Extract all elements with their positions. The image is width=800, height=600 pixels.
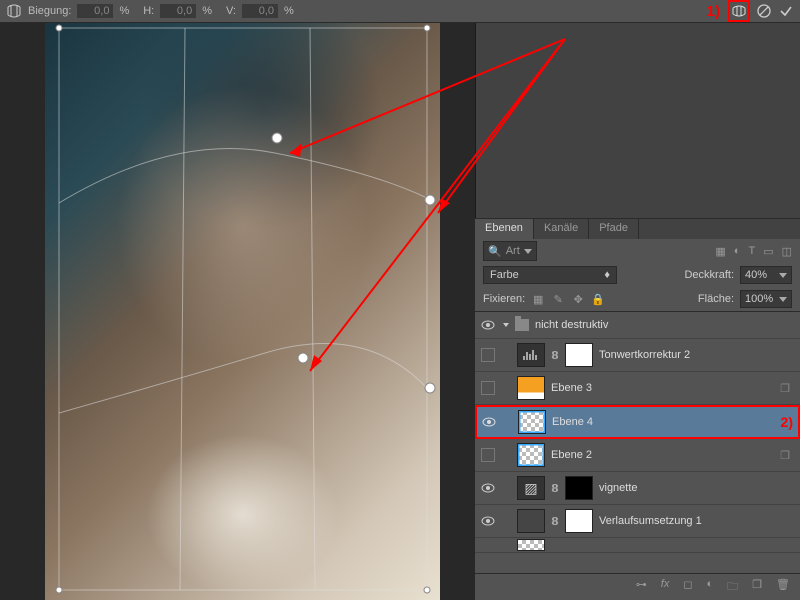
bend-label: Biegung: bbox=[28, 5, 71, 17]
mask-icon[interactable]: ◻ bbox=[683, 578, 692, 597]
layers-toolbar: ⊶ fx ◻ ◐ 🗀 ❐ 🗑 bbox=[475, 573, 800, 600]
mask-thumb bbox=[565, 509, 593, 533]
opacity-label: Deckkraft: bbox=[684, 269, 734, 281]
layer-row[interactable]: 𝟴 Verlaufsumsetzung 1 bbox=[475, 505, 800, 538]
visibility-icon[interactable] bbox=[481, 318, 495, 332]
mask-thumb bbox=[565, 343, 593, 367]
visibility-icon[interactable] bbox=[482, 415, 496, 429]
adjustment-thumb bbox=[517, 509, 545, 533]
visibility-icon[interactable] bbox=[481, 348, 495, 362]
lock-pixels-icon[interactable]: ✎ bbox=[551, 293, 565, 306]
preview-panel bbox=[475, 23, 800, 218]
fill-value[interactable]: 100% bbox=[740, 290, 792, 308]
link-layers-icon[interactable]: ⊶ bbox=[636, 578, 647, 597]
layers-panel: Ebenen Kanäle Pfade 🔍 Art ▦ ◐ T ▭ ◫ bbox=[475, 218, 800, 600]
layer-filter[interactable]: 🔍 Art bbox=[483, 241, 537, 261]
visibility-icon[interactable] bbox=[481, 538, 495, 552]
filter-smart-icon[interactable]: ◫ bbox=[782, 245, 792, 258]
lock-all-icon[interactable]: 🔒 bbox=[591, 293, 605, 306]
layer-row[interactable]: Ebene 2 ❐ bbox=[475, 439, 800, 472]
lock-position-icon[interactable]: ✥ bbox=[571, 293, 585, 306]
adjustment-thumb bbox=[517, 343, 545, 367]
copy-icon: ❐ bbox=[780, 382, 790, 395]
adjustment-icon[interactable]: ◐ bbox=[707, 578, 714, 597]
tab-layers[interactable]: Ebenen bbox=[475, 219, 534, 239]
visibility-icon[interactable] bbox=[481, 481, 495, 495]
lock-transparency-icon[interactable]: ▦ bbox=[531, 293, 545, 306]
warp-mode-icon[interactable] bbox=[728, 0, 750, 22]
expand-icon[interactable] bbox=[503, 323, 509, 327]
chevron-down-icon bbox=[524, 249, 532, 254]
visibility-icon[interactable] bbox=[481, 514, 495, 528]
annotation-1: 1) bbox=[707, 3, 720, 20]
warp-icon[interactable] bbox=[6, 3, 22, 19]
panel-tabs: Ebenen Kanäle Pfade bbox=[475, 219, 800, 239]
v-value[interactable]: 0,0 bbox=[242, 4, 278, 18]
visibility-icon[interactable] bbox=[481, 381, 495, 395]
options-bar: Biegung: 0,0 % H: 0,0 % V: 0,0 % 1) bbox=[0, 0, 800, 23]
layers-list: nicht destruktiv 𝟴 Tonwertkorrektur 2 bbox=[475, 311, 800, 573]
mask-thumb bbox=[565, 476, 593, 500]
tab-channels[interactable]: Kanäle bbox=[534, 219, 589, 239]
link-icon: 𝟴 bbox=[551, 515, 559, 528]
canvas-image bbox=[45, 23, 440, 600]
link-icon: 𝟴 bbox=[551, 482, 559, 495]
h-value[interactable]: 0,0 bbox=[160, 4, 196, 18]
visibility-icon[interactable] bbox=[481, 448, 495, 462]
fx-icon[interactable]: fx bbox=[661, 578, 670, 597]
search-icon: 🔍 bbox=[488, 245, 502, 258]
commit-icon[interactable] bbox=[778, 3, 794, 19]
canvas-area[interactable] bbox=[0, 23, 475, 600]
fill-label: Fläche: bbox=[698, 293, 734, 305]
blend-mode-select[interactable]: Farbe ♦ bbox=[483, 266, 617, 284]
layer-group[interactable]: nicht destruktiv bbox=[475, 312, 800, 339]
annotation-2: 2) bbox=[781, 414, 793, 430]
copy-icon: ❐ bbox=[780, 449, 790, 462]
layer-row[interactable]: 𝟴 Tonwertkorrektur 2 bbox=[475, 339, 800, 372]
filter-pixel-icon[interactable]: ▦ bbox=[715, 245, 725, 258]
layer-thumb bbox=[517, 376, 545, 400]
bend-value[interactable]: 0,0 bbox=[77, 4, 113, 18]
tab-paths[interactable]: Pfade bbox=[589, 219, 639, 239]
filter-shape-icon[interactable]: ▭ bbox=[763, 245, 773, 258]
folder-icon bbox=[515, 319, 529, 331]
layer-thumb bbox=[517, 539, 545, 551]
new-layer-icon[interactable]: ❐ bbox=[752, 578, 762, 597]
right-panels: Ebenen Kanäle Pfade 🔍 Art ▦ ◐ T ▭ ◫ bbox=[475, 23, 800, 600]
delete-icon[interactable]: 🗑 bbox=[776, 578, 790, 597]
v-label: V: bbox=[226, 5, 236, 17]
lock-label: Fixieren: bbox=[483, 293, 525, 305]
filter-type-icon[interactable]: T bbox=[748, 245, 755, 258]
h-label: H: bbox=[143, 5, 154, 17]
cancel-icon[interactable] bbox=[756, 3, 772, 19]
filter-adjust-icon[interactable]: ◐ bbox=[734, 245, 741, 258]
layer-row[interactable] bbox=[475, 538, 800, 553]
layer-row[interactable]: ▨ 𝟴 vignette bbox=[475, 472, 800, 505]
layer-row-selected[interactable]: Ebene 4 2) bbox=[475, 405, 800, 439]
group-icon[interactable]: 🗀 bbox=[727, 578, 738, 597]
link-icon: 𝟴 bbox=[551, 349, 559, 362]
opacity-value[interactable]: 40% bbox=[740, 266, 792, 284]
layer-thumb bbox=[517, 443, 545, 467]
layer-thumb bbox=[518, 410, 546, 434]
adjustment-thumb: ▨ bbox=[517, 476, 545, 500]
layer-row[interactable]: Ebene 3 ❐ bbox=[475, 372, 800, 405]
